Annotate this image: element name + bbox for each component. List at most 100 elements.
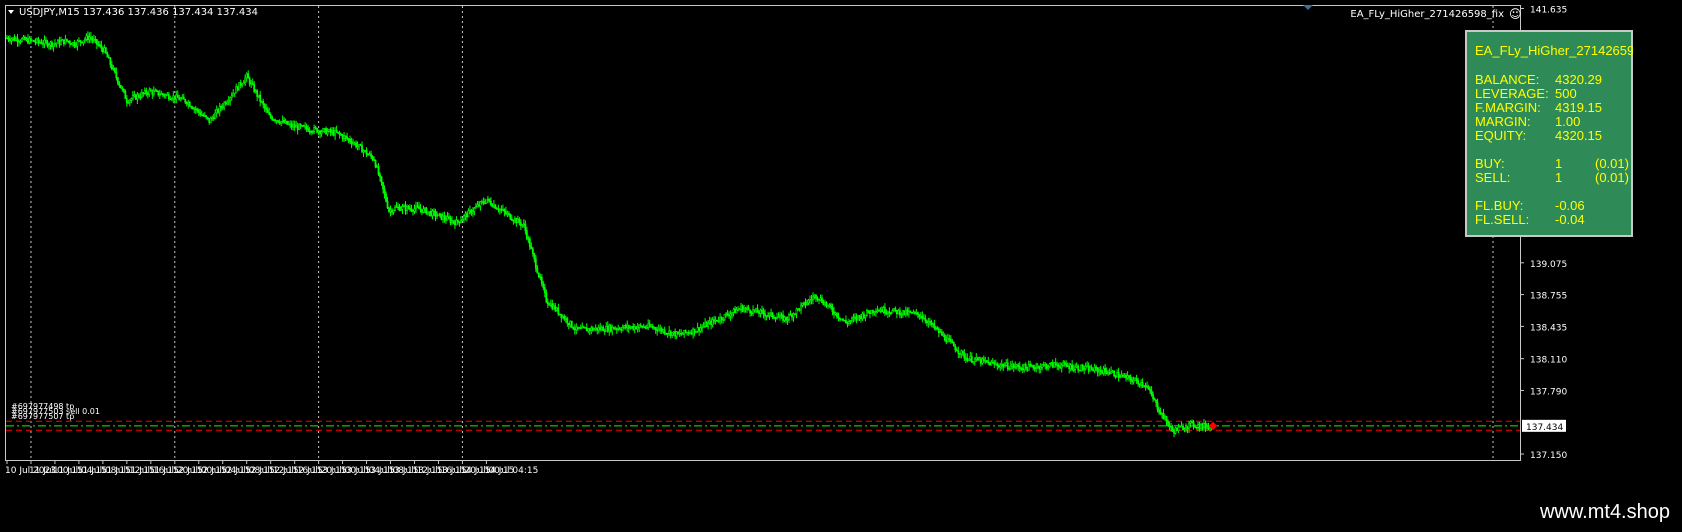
candle-body [242,82,245,85]
candle-body [1188,422,1190,429]
candle-body [885,312,888,315]
candle-body [262,101,265,105]
ea-row-value: 4320.29 [1555,72,1602,87]
candle-body [1108,372,1111,375]
symbol-dropdown-icon[interactable] [8,10,14,14]
candle-body [632,326,635,330]
candle-body [1087,365,1090,372]
candle-body [1048,363,1051,367]
candle-body [1201,423,1204,428]
candle-body [250,82,253,85]
candle-body [1180,425,1183,428]
candle-body [1134,378,1136,381]
candle-body [196,109,199,111]
candle-body [894,308,897,311]
candle-body [422,208,425,213]
smiley-icon[interactable]: ☺ [1509,7,1522,21]
candle-body [419,208,422,210]
candle-body [1009,365,1012,369]
candle-body [1189,421,1192,424]
candle-body [446,216,449,221]
candle-body [148,89,151,95]
candle-body [881,309,883,313]
candle-body [1143,385,1145,387]
candle-body [1086,365,1089,368]
candle-body [67,40,70,43]
candle-body [1008,368,1011,370]
ea-row-equity: EQUITY: 4320.15 [1475,129,1602,143]
candle-body [188,102,191,107]
candle-body [349,138,351,142]
candle-body [182,96,185,100]
candle-body [66,38,68,42]
candle-body [933,323,936,328]
price-chart[interactable]: #697977498 tp#697977503 sell 0.01#697977… [0,0,1682,497]
candle-body [861,313,864,319]
candle-body [350,141,353,144]
candle-body [367,153,369,156]
candle-body [443,215,446,220]
candle-body [106,52,109,58]
candle-body [605,325,608,332]
candle-body [433,210,435,213]
candle-body [293,124,296,128]
candle-body [155,90,158,92]
candle-body [475,206,477,209]
candle-body [1173,430,1175,434]
candle-body [211,117,214,119]
candle-body [651,325,654,328]
candle-body [1149,389,1151,392]
candle-body [460,220,462,223]
candle-body [221,106,224,109]
candle-body [22,36,25,40]
candle-body [620,329,623,331]
candle-body [1003,365,1006,368]
ea-row-value: 4319.15 [1555,100,1602,115]
candle-body [1204,423,1207,429]
candle-body [373,159,375,161]
candles [6,31,1218,438]
chart-shift-marker-icon[interactable] [1303,5,1313,10]
candle-body [427,211,429,215]
candle-body [546,301,549,305]
y-tick-label: 138.435 [1530,323,1567,333]
chart-area[interactable]: #697977498 tp #697977503 sell 0.01 #697977… [0,0,1682,532]
candle-body [136,94,139,100]
candle-body [1135,378,1138,381]
candle-body [241,83,244,86]
candle-body [1098,369,1101,373]
candle-body [1027,364,1030,371]
candle-body [876,310,879,313]
candle-body [1104,368,1107,372]
candle-body [818,298,820,301]
candle-body [785,316,787,321]
candle-body [801,303,804,306]
candle-body [449,218,452,223]
candle-body [728,314,731,317]
candle-body [437,213,440,217]
candle-body [410,208,413,211]
candle-body [286,120,289,125]
candle-body [278,121,281,124]
candle-body [1012,364,1015,368]
candle-body [217,109,220,113]
candle-body [1096,368,1099,373]
candle-body [503,209,506,212]
candle-body [457,219,459,222]
candle-body [1077,365,1080,371]
candle-body [1141,382,1144,386]
candle-body [1159,411,1162,415]
candle-body [666,333,669,335]
candle-body [711,319,714,326]
candle-body [200,114,203,117]
candle-body [413,208,416,212]
ea-row-value: -0.04 [1555,212,1585,227]
candle-body [602,327,605,332]
candle-body [627,325,630,329]
candle-body [836,312,838,318]
candle-body [594,327,597,330]
candle-body [686,332,689,334]
candle-body [1042,364,1045,367]
candle-body [119,85,122,89]
candle-body [320,131,323,134]
